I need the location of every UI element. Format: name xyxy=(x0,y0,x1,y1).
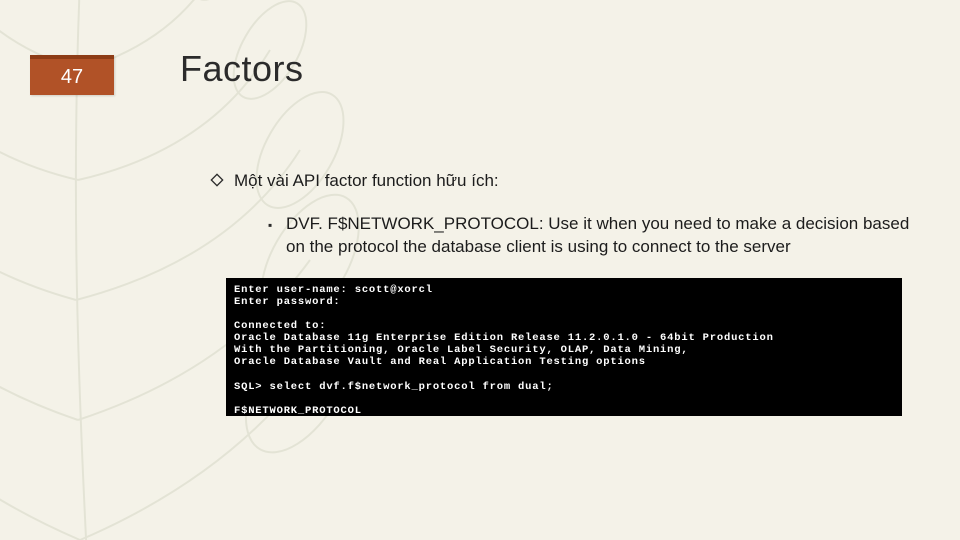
slide-title: Factors xyxy=(180,48,304,90)
term-line: With the Partitioning, Oracle Label Secu… xyxy=(234,344,688,356)
diamond-bullet-icon xyxy=(210,171,234,194)
term-line: SQL> select dvf.f$network_protocol from … xyxy=(234,381,554,393)
bullet1-text: Một vài API factor function hữu ích: xyxy=(234,170,499,193)
term-line: Oracle Database Vault and Real Applicati… xyxy=(234,356,646,368)
slide-body: Một vài API factor function hữu ích: ▪ D… xyxy=(210,170,920,265)
page-number-tab: 47 xyxy=(30,55,114,95)
bullet2-text: DVF. F$NETWORK_PROTOCOL: Use it when you… xyxy=(286,213,920,259)
bullet-lvl2: ▪ DVF. F$NETWORK_PROTOCOL: Use it when y… xyxy=(268,213,920,259)
bullet-lvl1: Một vài API factor function hữu ích: xyxy=(210,170,920,193)
term-line: Enter user-name: scott@xorcl xyxy=(234,284,433,296)
square-bullet-icon: ▪ xyxy=(268,217,286,233)
terminal-output: Enter user-name: scott@xorcl Enter passw… xyxy=(226,278,902,416)
term-line: Oracle Database 11g Enterprise Edition R… xyxy=(234,332,774,344)
term-line: Enter password: xyxy=(234,296,341,308)
term-line: Connected to: xyxy=(234,320,326,332)
page-number: 47 xyxy=(61,66,83,89)
slide: 47 Factors Một vài API factor function h… xyxy=(0,0,960,540)
term-line: F$NETWORK_PROTOCOL xyxy=(234,405,362,416)
